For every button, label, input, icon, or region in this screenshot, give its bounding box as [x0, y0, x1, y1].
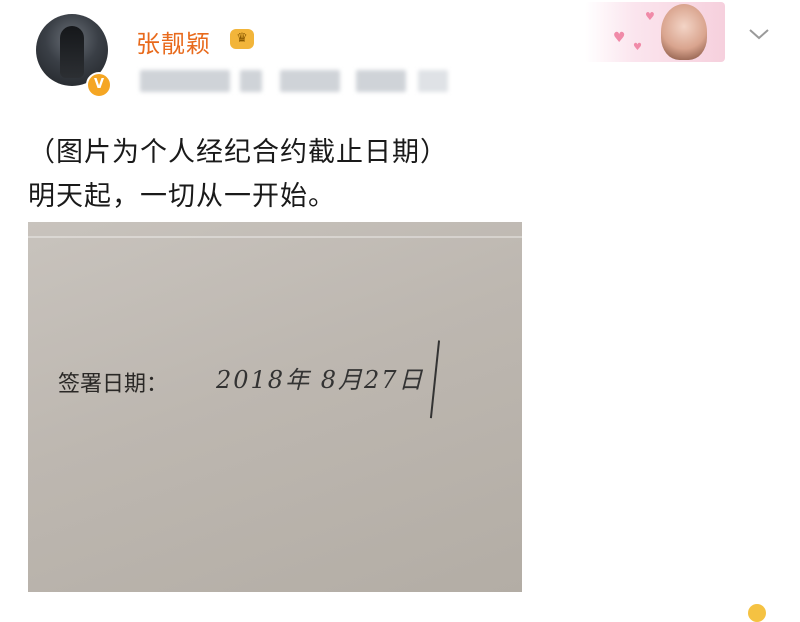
emoji-icon — [748, 604, 766, 622]
avatar-figure — [60, 26, 84, 78]
post-meta-blurred — [280, 70, 340, 92]
post-text-line: 明天起，一切从一开始。 — [28, 181, 336, 212]
photo-signature-label: 签署日期： — [58, 372, 169, 397]
post-meta-blurred — [356, 70, 406, 92]
profile-decoration-banner: ♥ ♥ ♥ — [585, 2, 725, 62]
decoration-portrait — [661, 4, 707, 60]
post-photo[interactable]: 签署日期： 2018年 8月27日 — [28, 222, 522, 592]
post-meta-blurred — [240, 70, 262, 92]
pen-stroke — [423, 339, 441, 419]
crown-icon: ♛ — [230, 29, 254, 49]
heart-icon: ♥ — [645, 10, 655, 23]
chevron-down-icon[interactable] — [748, 22, 770, 46]
post-meta-blurred — [140, 70, 230, 92]
verified-v-icon: V — [86, 72, 112, 98]
heart-icon: ♥ — [633, 42, 642, 53]
post-text-line: （图片为个人经纪合约截止日期） — [28, 137, 448, 168]
username[interactable]: 张靓颖 — [136, 24, 211, 59]
post-footer-blurred — [528, 606, 738, 622]
post-meta-blurred — [418, 70, 448, 92]
heart-icon: ♥ — [613, 30, 626, 46]
paper-fold — [28, 236, 522, 238]
photo-handwritten-date: 2018年 8月27日 — [216, 366, 425, 394]
